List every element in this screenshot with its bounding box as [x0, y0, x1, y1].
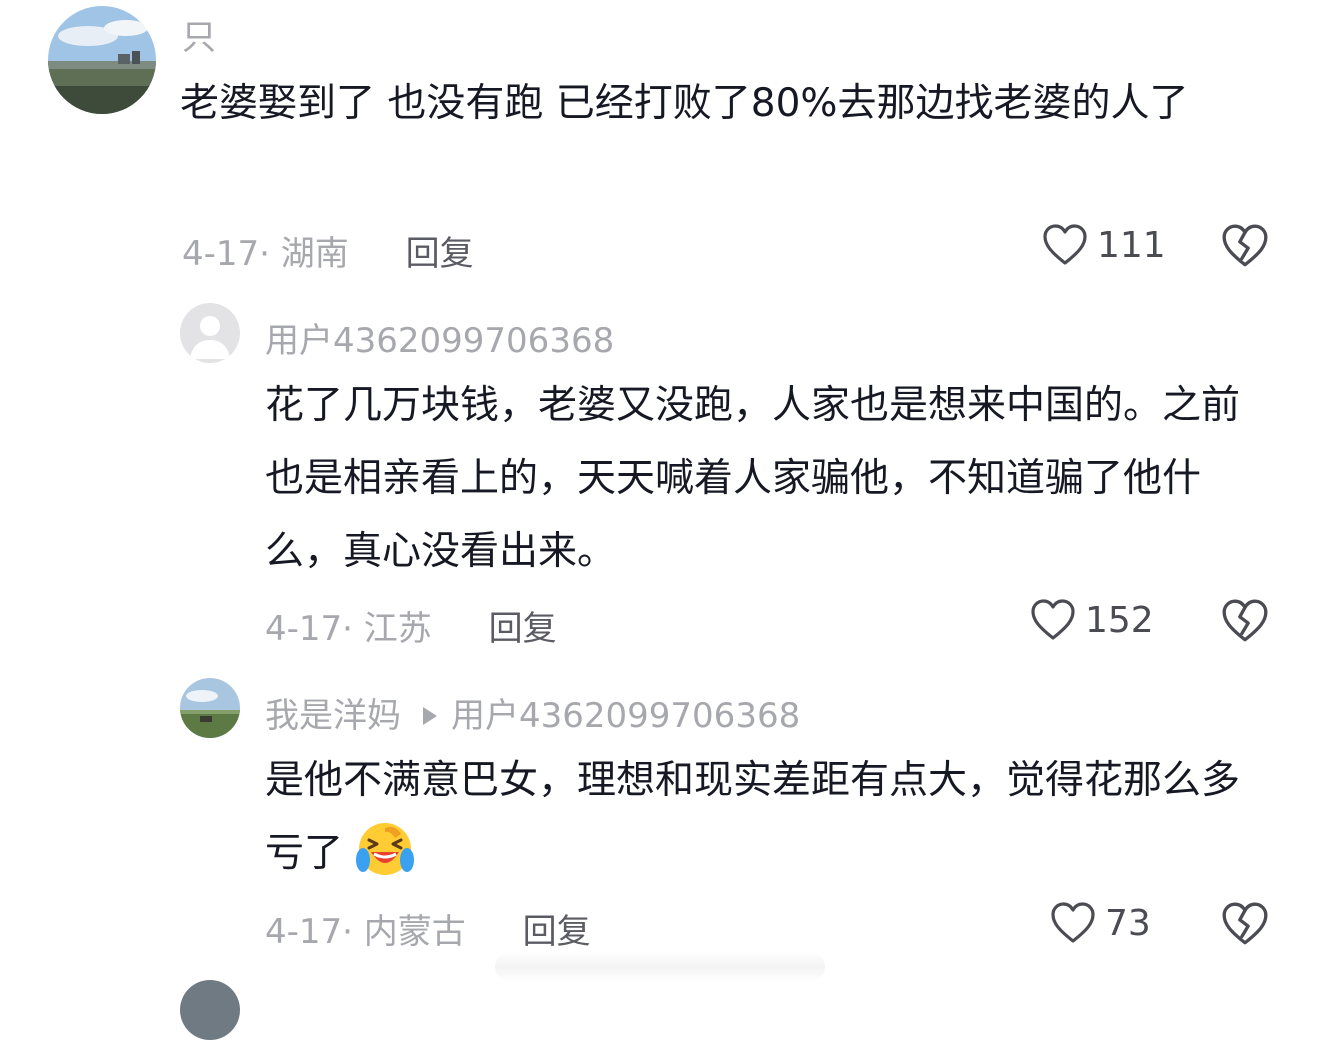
- avatar[interactable]: [180, 980, 240, 1040]
- comment-username: 我是洋妈 用户4362099706368: [265, 688, 800, 737]
- broken-heart-icon: [1222, 902, 1268, 945]
- dislike-button[interactable]: [1220, 596, 1270, 650]
- reply-target-user[interactable]: 用户4362099706368: [451, 696, 800, 736]
- comment-text: 老婆娶到了 也没有跑 已经打败了80%去那边找老婆的人了: [180, 81, 1189, 126]
- heart-outline-icon: [1043, 224, 1087, 265]
- scroll-fade-overlay: [495, 952, 825, 982]
- comment-meta: 4-17· 内蒙古 回复: [265, 912, 591, 952]
- reply-author[interactable]: 我是洋妈: [265, 696, 401, 736]
- comment-username[interactable]: 用户4362099706368: [265, 313, 614, 362]
- like-count: 111: [1097, 224, 1166, 266]
- dislike-button[interactable]: [1220, 221, 1270, 275]
- like-button[interactable]: 152: [1029, 596, 1154, 644]
- landscape-avatar-image: [48, 6, 156, 114]
- default-user-avatar-icon: [180, 303, 240, 363]
- comment-date: 4-17: [265, 609, 343, 649]
- like-button[interactable]: 73: [1049, 899, 1151, 947]
- comment-location: 内蒙古: [363, 912, 466, 952]
- broken-heart-icon: [1222, 224, 1268, 267]
- like-count: 73: [1105, 902, 1151, 944]
- comment-date: 4-17: [265, 912, 343, 952]
- dislike-button[interactable]: [1220, 899, 1270, 953]
- reply-button[interactable]: 回复: [406, 234, 474, 274]
- reply-button[interactable]: 回复: [523, 912, 591, 952]
- comment-username[interactable]: 只: [182, 10, 216, 59]
- reply-to-arrow-icon: [423, 706, 437, 725]
- heart-outline-icon: [1031, 599, 1075, 640]
- grassland-avatar-image: [180, 678, 240, 738]
- heart-outline-icon: [1051, 902, 1095, 943]
- comment-text: 是他不满意巴女，理想和现实差距有点大，觉得花那么多亏了: [265, 744, 1240, 902]
- avatar[interactable]: [180, 678, 240, 738]
- comment-meta: 4-17· 湖南 回复: [182, 234, 474, 274]
- laughing-crying-emoji-icon: [355, 820, 415, 902]
- like-button[interactable]: 111: [1041, 221, 1166, 269]
- comment-text: 花了几万块钱，老婆又没跑，人家也是想来中国的。之前也是相亲看上的，天天喊着人家骗…: [265, 383, 1241, 574]
- avatar[interactable]: [48, 6, 156, 114]
- comment-meta: 4-17· 江苏 回复: [265, 609, 557, 649]
- reply-button[interactable]: 回复: [489, 609, 557, 649]
- avatar[interactable]: [180, 303, 240, 363]
- comment-date: 4-17: [182, 234, 260, 274]
- comment-location: 湖南: [280, 234, 349, 274]
- like-count: 152: [1085, 599, 1154, 641]
- broken-heart-icon: [1222, 599, 1268, 642]
- comment-location: 江苏: [363, 609, 432, 649]
